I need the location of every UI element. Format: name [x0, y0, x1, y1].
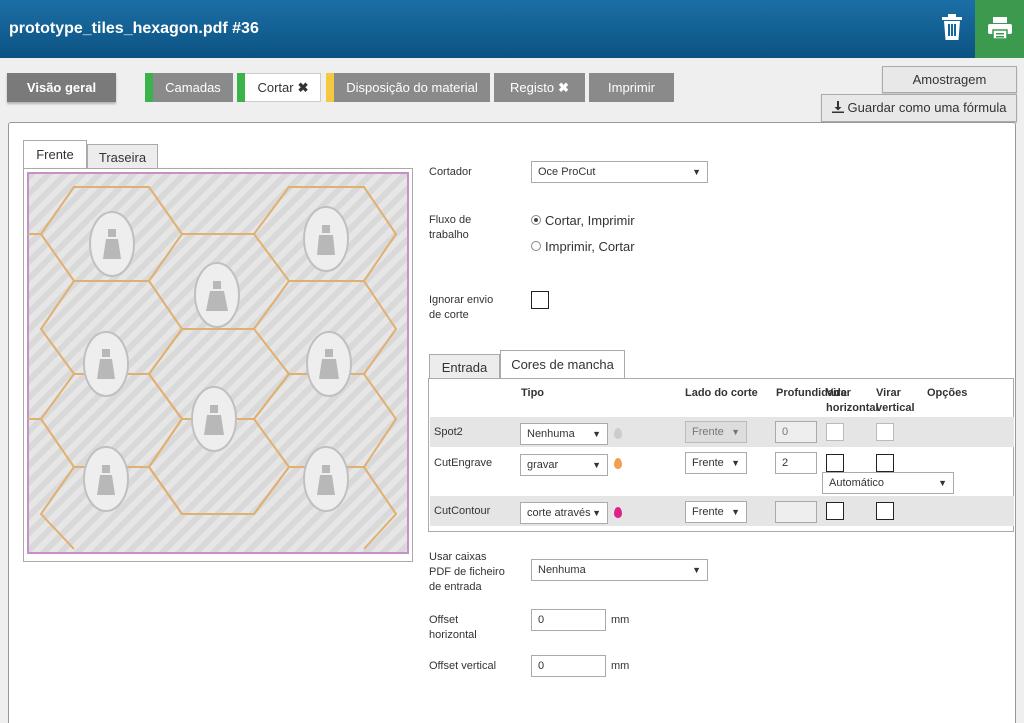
- document-title: prototype_tiles_hexagon.pdf #36: [9, 20, 259, 37]
- tab-registration[interactable]: Registo ✖: [494, 73, 585, 102]
- spot-name: CutEngrave: [434, 457, 493, 469]
- chevron-down-icon: ▼: [592, 508, 601, 518]
- workflow-radio-print-cut[interactable]: [531, 241, 541, 251]
- unit-label: mm: [611, 614, 630, 626]
- column-cut-side: Lado do corte: [685, 387, 758, 399]
- spot-name: CutContour: [434, 505, 491, 517]
- sampling-button[interactable]: Amostragem: [882, 66, 1017, 93]
- cut-side-select[interactable]: Frente ▼: [685, 421, 747, 443]
- download-icon: [831, 96, 844, 122]
- column-flip-vertical: Virar vertical: [876, 387, 915, 414]
- chevron-down-icon: ▼: [731, 458, 740, 468]
- depth-input[interactable]: [775, 501, 817, 523]
- flip-horizontal-checkbox[interactable]: [826, 423, 844, 441]
- tab-print[interactable]: Imprimir: [589, 73, 674, 102]
- close-icon[interactable]: ✖: [558, 80, 569, 95]
- chevron-down-icon: ▼: [731, 507, 740, 517]
- tab-input[interactable]: Entrada: [429, 354, 500, 378]
- tab-front[interactable]: Frente: [23, 140, 87, 168]
- chevron-down-icon: ▼: [592, 460, 601, 470]
- save-formula-button[interactable]: Guardar como uma fórmula: [821, 94, 1017, 122]
- preview-image: [27, 172, 409, 554]
- type-select[interactable]: Nenhuma ▼: [520, 423, 608, 445]
- status-bar: [237, 73, 245, 102]
- options-select[interactable]: Automático ▼: [822, 472, 954, 494]
- offset-horizontal-input[interactable]: 0: [531, 609, 606, 631]
- flip-vertical-checkbox[interactable]: [876, 454, 894, 472]
- chevron-down-icon: ▼: [731, 427, 740, 437]
- drop-icon: [614, 507, 622, 518]
- close-icon[interactable]: ✖: [298, 80, 309, 95]
- flip-horizontal-checkbox[interactable]: [826, 454, 844, 472]
- chevron-down-icon: ▼: [938, 478, 947, 488]
- column-flip-horizontal: Virar horizontal: [826, 387, 879, 414]
- printer-icon: [988, 17, 1012, 40]
- flip-vertical-checkbox[interactable]: [876, 423, 894, 441]
- title-bar: prototype_tiles_hexagon.pdf #36: [0, 0, 1024, 58]
- tab-layers[interactable]: Camadas: [145, 73, 233, 102]
- type-select[interactable]: corte através ▼: [520, 502, 608, 524]
- trash-icon[interactable]: [940, 13, 964, 41]
- cutter-label: Cortador: [429, 166, 472, 178]
- chevron-down-icon: ▼: [692, 167, 701, 177]
- pdf-boxes-label: Usar caixas PDF de ficheiro de entrada: [429, 551, 505, 593]
- workflow-label: Fluxo de trabalho: [429, 214, 472, 241]
- chevron-down-icon: ▼: [692, 565, 701, 575]
- flip-horizontal-checkbox[interactable]: [826, 502, 844, 520]
- offset-horizontal-label: Offset horizontal: [429, 614, 477, 641]
- document-preview: [23, 168, 413, 562]
- tab-spot-colors[interactable]: Cores de mancha: [500, 350, 625, 378]
- ignore-cut-checkbox[interactable]: [531, 291, 549, 309]
- depth-input[interactable]: 0: [775, 421, 817, 443]
- tab-cut[interactable]: Cortar ✖: [237, 73, 321, 102]
- workflow-radio-cut-print[interactable]: [531, 215, 541, 225]
- print-button[interactable]: [975, 0, 1024, 58]
- depth-input[interactable]: 2: [775, 452, 817, 474]
- tab-material-layout[interactable]: Disposição do material: [326, 73, 490, 102]
- drop-icon: [614, 428, 622, 439]
- tab-back[interactable]: Traseira: [87, 144, 158, 168]
- unit-label: mm: [611, 660, 630, 672]
- status-bar: [326, 73, 334, 102]
- pdf-boxes-select[interactable]: Nenhuma ▼: [531, 559, 708, 581]
- flip-vertical-checkbox[interactable]: [876, 502, 894, 520]
- cut-side-select[interactable]: Frente ▼: [685, 452, 747, 474]
- drop-icon: [614, 458, 622, 469]
- offset-vertical-label: Offset vertical: [429, 660, 497, 672]
- status-bar: [145, 73, 153, 102]
- column-type: Tipo: [521, 387, 545, 399]
- column-options: Opções: [927, 387, 968, 399]
- offset-vertical-input[interactable]: 0: [531, 655, 606, 677]
- cut-side-select[interactable]: Frente ▼: [685, 501, 747, 523]
- workflow-option-cut-print: Cortar, Imprimir: [545, 213, 635, 228]
- chevron-down-icon: ▼: [592, 429, 601, 439]
- type-select[interactable]: gravar ▼: [520, 454, 608, 476]
- workflow-option-print-cut: Imprimir, Cortar: [545, 239, 635, 254]
- cutter-select[interactable]: Oce ProCut ▼: [531, 161, 708, 183]
- ignore-cut-label: Ignorar envio de corte: [429, 294, 494, 321]
- spot-name: Spot2: [434, 426, 463, 438]
- tab-overview[interactable]: Visão geral: [7, 73, 116, 102]
